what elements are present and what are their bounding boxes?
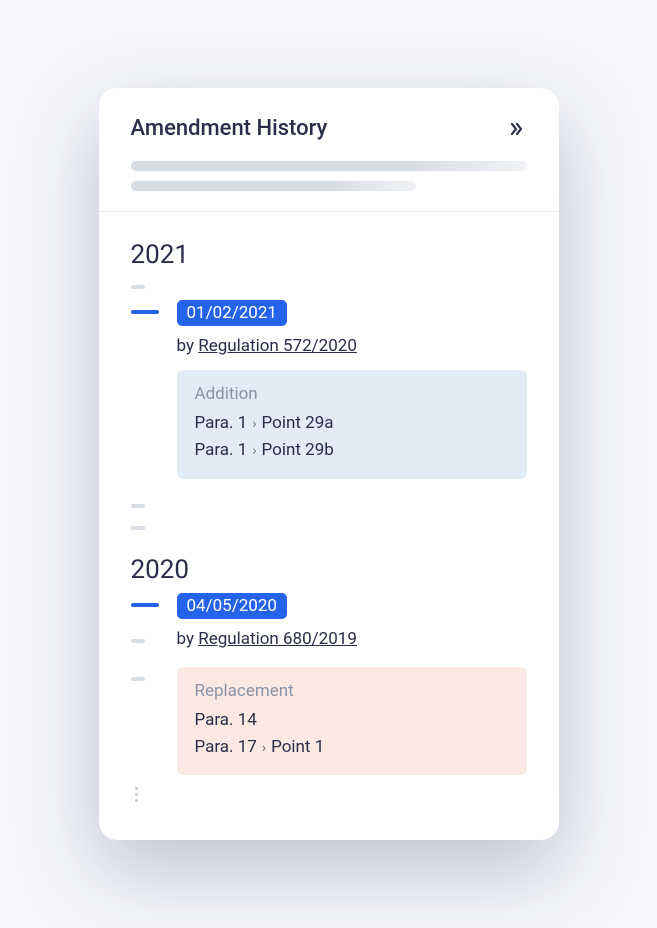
change-box-replacement: Replacement Para. 14 Para. 17›Point 1: [177, 667, 527, 775]
skeleton-placeholder: [131, 161, 527, 171]
chevron-right-icon: ›: [262, 740, 266, 756]
timeline-tick: [131, 677, 145, 681]
change-item: Para. 1›Point 29b: [195, 437, 509, 464]
regulation-link[interactable]: Regulation 680/2019: [198, 629, 357, 649]
year-heading: 2021: [131, 240, 527, 270]
timeline-marker-active: [131, 603, 159, 607]
change-item: Para. 17›Point 1: [195, 734, 509, 761]
change-box-addition: Addition Para. 1›Point 29a Para. 1›Point…: [177, 370, 527, 478]
amendment-history-panel: Amendment History 2021 01/02/2021: [99, 88, 559, 840]
change-item: Para. 14: [195, 707, 509, 734]
amendment-entry: 01/02/2021 by Regulation 572/2020 Additi…: [131, 300, 527, 486]
by-line: by Regulation 572/2020: [177, 336, 527, 356]
panel-body: 2021 01/02/2021 by Regulation 572/2020: [99, 212, 559, 840]
timeline-tick: [131, 504, 145, 508]
expand-icon[interactable]: [507, 119, 527, 139]
timeline-continuation-dots: [131, 787, 527, 802]
chevron-right-icon: ›: [252, 443, 256, 459]
chevron-right-icon: ›: [252, 416, 256, 432]
regulation-link[interactable]: Regulation 572/2020: [198, 336, 357, 356]
change-type-label: Addition: [195, 384, 509, 404]
skeleton-placeholder: [131, 181, 416, 191]
change-type-label: Replacement: [195, 681, 509, 701]
date-badge[interactable]: 04/05/2020: [177, 593, 287, 619]
timeline-section-2020: 04/05/2020 by Regulation 680/2019: [131, 593, 527, 802]
by-line: by Regulation 680/2019: [177, 629, 527, 649]
year-heading: 2020: [131, 555, 527, 585]
timeline-section-2021: 01/02/2021 by Regulation 572/2020 Additi…: [131, 278, 527, 536]
amendment-entry: 04/05/2020 by Regulation 680/2019: [131, 593, 527, 802]
panel-title: Amendment History: [131, 116, 328, 141]
panel-header: Amendment History: [99, 88, 559, 212]
date-badge[interactable]: 01/02/2021: [177, 300, 287, 326]
change-item: Para. 1›Point 29a: [195, 410, 509, 437]
timeline-tick: [131, 639, 145, 643]
timeline-marker-active: [131, 310, 159, 314]
timeline-tick: [131, 526, 145, 530]
timeline-tick: [131, 285, 145, 289]
